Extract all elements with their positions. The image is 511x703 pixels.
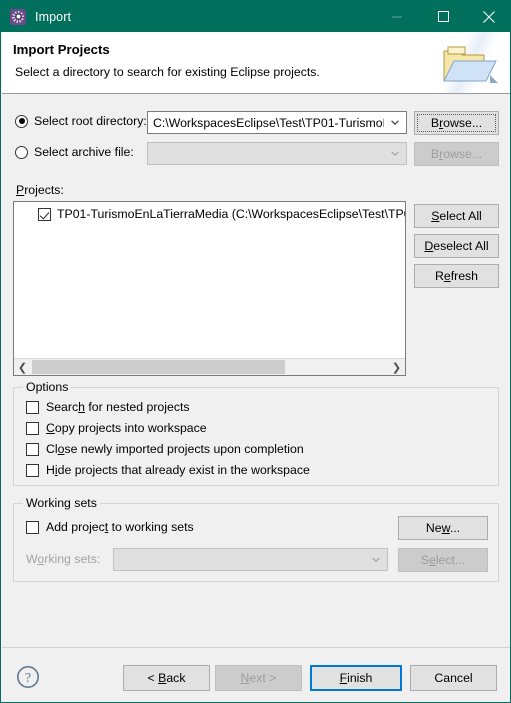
working-sets-combo (113, 548, 388, 571)
refresh-label: Refresh (434, 269, 479, 283)
chevron-left-icon[interactable]: ❮ (14, 359, 31, 375)
select-all-label: Select All (431, 209, 482, 223)
option-copy-into-workspace[interactable]: Copy projects into workspace (26, 421, 207, 435)
eclipse-import-icon (10, 8, 26, 25)
root-directory-radio[interactable]: Select root directory: (15, 114, 147, 128)
dialog-header: Import Projects Select a directory to se… (2, 32, 510, 94)
chevron-down-icon (365, 557, 387, 562)
refresh-button[interactable]: Refresh (414, 264, 499, 288)
svg-text:?: ? (25, 671, 31, 686)
working-sets-combo-label: Working sets: (26, 552, 100, 566)
close-icon (483, 10, 495, 23)
working-sets-checkbox[interactable] (26, 520, 39, 534)
root-directory-combo[interactable]: C:\WorkspacesEclipse\Test\TP01-TurismoEn (147, 111, 407, 134)
cancel-button[interactable]: Cancel (410, 665, 497, 691)
deselect-all-label: Deselect All (424, 239, 489, 253)
close-button[interactable] (466, 1, 510, 32)
option-checkbox[interactable] (26, 400, 39, 414)
root-directory-radio-indicator[interactable] (15, 114, 28, 128)
chevron-right-icon[interactable]: ❯ (388, 359, 405, 375)
archive-file-radio[interactable]: Select archive file: (15, 145, 134, 159)
option-label: Hide projects that already exist in the … (46, 463, 310, 477)
next-button: Next > (215, 665, 302, 691)
next-label: Next > (240, 671, 277, 685)
project-name: TP01-TurismoEnLaTierraMedia (C:\Workspac… (57, 207, 406, 221)
archive-file-radio-indicator[interactable] (15, 145, 28, 159)
select-working-set-label: Select... (420, 553, 466, 567)
minimize-icon (391, 16, 402, 18)
import-projects-dialog: Import Import Projects Select a director… (0, 0, 511, 703)
help-icon[interactable]: ? (16, 665, 40, 689)
option-hide-existing[interactable]: Hide projects that already exist in the … (26, 463, 310, 477)
option-label: Copy projects into workspace (46, 421, 207, 435)
maximize-icon (437, 11, 449, 22)
select-working-set-button: Select... (398, 548, 488, 572)
option-checkbox[interactable] (26, 421, 39, 435)
maximize-button[interactable] (420, 1, 466, 32)
archive-file-label: Select archive file: (34, 145, 134, 159)
working-sets-group: Working sets Add project to working sets… (13, 496, 499, 582)
finish-button[interactable]: Finish (310, 665, 402, 691)
option-checkbox[interactable] (26, 442, 39, 456)
deselect-all-button[interactable]: Deselect All (414, 234, 499, 258)
import-folder-icon (443, 46, 498, 83)
finish-label: Finish (339, 671, 373, 685)
dialog-body: Select root directory: C:\WorkspacesEcli… (2, 94, 510, 647)
minimize-button[interactable] (374, 1, 420, 32)
scrollbar-thumb[interactable] (32, 360, 285, 374)
page-description: Select a directory to search for existin… (15, 65, 320, 79)
root-directory-value: C:\WorkspacesEclipse\Test\TP01-TurismoEn (153, 115, 384, 130)
add-project-to-working-sets-checkbox[interactable]: Add project to working sets (26, 520, 194, 534)
page-title: Import Projects (13, 42, 110, 57)
archive-file-combo (147, 142, 407, 165)
option-search-nested[interactable]: Search for nested projects (26, 400, 190, 414)
browse-archive-file-button: Browse... (414, 142, 499, 166)
projects-label: Projects: (16, 183, 64, 197)
chevron-down-icon[interactable] (384, 120, 406, 125)
select-all-button[interactable]: Select All (414, 204, 499, 228)
root-directory-label: Select root directory: (34, 114, 147, 128)
projects-list[interactable]: TP01-TurismoEnLaTierraMedia (C:\Workspac… (13, 201, 406, 376)
option-close-newly-imported[interactable]: Close newly imported projects upon compl… (26, 442, 304, 456)
back-label: < Back (147, 671, 186, 685)
option-label: Close newly imported projects upon compl… (46, 442, 304, 456)
new-working-set-button[interactable]: New... (398, 516, 488, 540)
option-label: Search for nested projects (46, 400, 190, 414)
browse-root-directory-button[interactable]: Browse... (414, 111, 499, 135)
projects-horizontal-scrollbar[interactable]: ❮ ❯ (14, 358, 405, 375)
working-sets-group-title: Working sets (23, 496, 100, 510)
browse-root-directory-label: Browse... (430, 116, 483, 130)
new-working-set-label: New... (425, 521, 461, 535)
add-project-label: Add project to working sets (46, 520, 194, 534)
window-title: Import (35, 9, 72, 24)
working-sets-combo-label-text: Working sets: (26, 552, 101, 566)
title-bar: Import (1, 1, 510, 32)
options-group-title: Options (23, 380, 72, 394)
back-button[interactable]: < Back (123, 665, 210, 691)
cancel-label: Cancel (434, 671, 473, 685)
chevron-down-icon (384, 151, 406, 156)
browse-archive-file-label: Browse... (430, 147, 483, 161)
options-group: Options Search for nested projects Copy … (13, 380, 499, 486)
project-checkbox[interactable] (38, 207, 51, 221)
list-item[interactable]: TP01-TurismoEnLaTierraMedia (C:\Workspac… (38, 207, 406, 221)
option-checkbox[interactable] (26, 463, 39, 477)
